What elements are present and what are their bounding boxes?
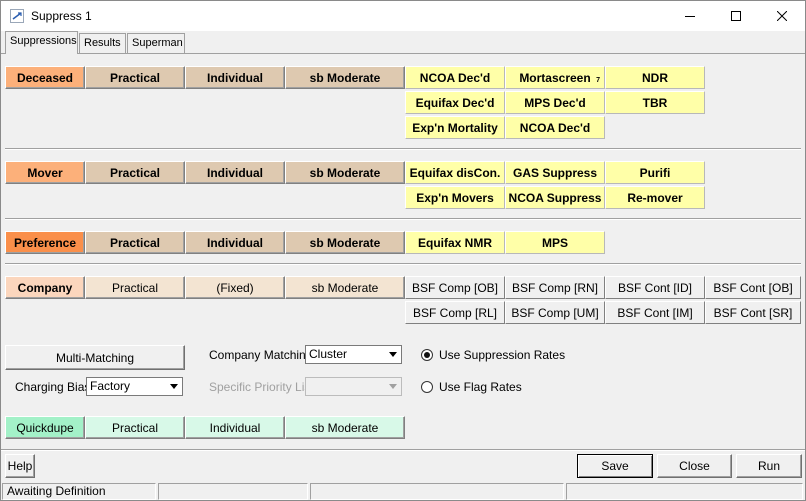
chevron-down-icon[interactable] (166, 379, 181, 394)
mover-practical-button[interactable]: Practical (85, 161, 185, 184)
quickdupe-button[interactable]: Quickdupe (5, 416, 85, 439)
source-mps[interactable]: MPS (505, 231, 605, 254)
company-matching-label: Company Matching: (209, 348, 316, 362)
chevron-down-icon[interactable] (385, 379, 400, 394)
source-bsf-comp-um[interactable]: BSF Comp [UM] (505, 301, 605, 324)
footer-separator (1, 449, 805, 451)
preference-individual-button[interactable]: Individual (185, 231, 285, 254)
preference-button[interactable]: Preference (5, 231, 85, 254)
quickdupe-individual-button[interactable]: Individual (185, 416, 285, 439)
title-bar[interactable]: Suppress 1 (1, 1, 805, 31)
tab-suppressions[interactable]: Suppressions (5, 31, 78, 54)
charging-bias-select[interactable]: Factory (86, 377, 183, 396)
minimize-icon (685, 16, 695, 17)
company-practical-button[interactable]: Practical (85, 276, 185, 299)
source-mps-decd[interactable]: MPS Dec'd (505, 91, 605, 114)
status-panel-4 (566, 483, 803, 500)
maximize-icon (731, 11, 741, 21)
minimize-button[interactable] (667, 1, 713, 31)
status-text: Awaiting Definition (2, 483, 156, 500)
maximize-button[interactable] (713, 1, 759, 31)
source-bsf-comp-rl[interactable]: BSF Comp [RL] (405, 301, 505, 324)
deceased-practical-button[interactable]: Practical (85, 66, 185, 89)
source-ncoa-decd-2[interactable]: NCOA Dec'd (505, 116, 605, 139)
close-icon (777, 11, 787, 21)
run-button[interactable]: Run (736, 454, 802, 478)
priority-list-select[interactable] (305, 377, 402, 396)
source-equifax-discon[interactable]: Equifax disCon. (405, 161, 505, 184)
deceased-button[interactable]: Deceased (5, 66, 85, 89)
source-re-mover[interactable]: Re-mover (605, 186, 705, 209)
source-expn-movers[interactable]: Exp'n Movers (405, 186, 505, 209)
chevron-down-icon[interactable] (385, 347, 400, 362)
mortascreen-marker: 7 (596, 77, 600, 84)
help-button[interactable]: Help (5, 454, 35, 478)
multi-matching-button[interactable]: Multi-Matching (5, 345, 185, 370)
source-ncoa-decd[interactable]: NCOA Dec'd (405, 66, 505, 89)
preference-practical-button[interactable]: Practical (85, 231, 185, 254)
company-moderate-button[interactable]: sb Moderate (285, 276, 405, 299)
source-expn-mortality[interactable]: Exp'n Mortality (405, 116, 505, 139)
preference-moderate-button[interactable]: sb Moderate (285, 231, 405, 254)
save-button[interactable]: Save (577, 454, 653, 478)
company-fixed-button[interactable]: (Fixed) (185, 276, 285, 299)
quickdupe-practical-button[interactable]: Practical (85, 416, 185, 439)
charging-bias-label: Charging Bias: (15, 380, 94, 394)
tab-strip-line (1, 53, 805, 54)
source-mortascreen[interactable]: Mortascreen 7 (505, 66, 605, 89)
source-ncoa-suppress[interactable]: NCOA Suppress (505, 186, 605, 209)
status-panel-2 (158, 483, 308, 500)
source-equifax-decd[interactable]: Equifax Dec'd (405, 91, 505, 114)
radio-dot (424, 352, 430, 358)
separator (5, 148, 801, 150)
source-equifax-nmr[interactable]: Equifax NMR (405, 231, 505, 254)
source-bsf-cont-id[interactable]: BSF Cont [ID] (605, 276, 705, 299)
tab-results[interactable]: Results (79, 33, 126, 53)
close-button[interactable]: Close (657, 454, 732, 478)
tab-superman[interactable]: Superman (127, 33, 185, 53)
app-icon (10, 9, 24, 23)
source-bsf-comp-ob[interactable]: BSF Comp [OB] (405, 276, 505, 299)
deceased-individual-button[interactable]: Individual (185, 66, 285, 89)
quickdupe-moderate-button[interactable]: sb Moderate (285, 416, 405, 439)
flag-rates-radio[interactable] (421, 381, 433, 393)
source-purifi[interactable]: Purifi (605, 161, 705, 184)
mover-individual-button[interactable]: Individual (185, 161, 285, 184)
suppression-rates-label[interactable]: Use Suppression Rates (439, 348, 565, 362)
source-bsf-cont-im[interactable]: BSF Cont [IM] (605, 301, 705, 324)
source-mortascreen-label: Mortascreen (519, 70, 591, 85)
separator (5, 218, 801, 220)
source-gas-suppress[interactable]: GAS Suppress (505, 161, 605, 184)
source-tbr[interactable]: TBR (605, 91, 705, 114)
company-matching-select[interactable]: Cluster (305, 345, 402, 364)
separator (5, 263, 801, 265)
window-title: Suppress 1 (31, 9, 92, 23)
suppression-rates-radio[interactable] (421, 349, 433, 361)
deceased-moderate-button[interactable]: sb Moderate (285, 66, 405, 89)
source-ndr[interactable]: NDR (605, 66, 705, 89)
company-matching-value: Cluster (309, 347, 348, 361)
source-bsf-cont-ob[interactable]: BSF Cont [OB] (705, 276, 801, 299)
charging-bias-value: Factory (90, 379, 131, 393)
status-panel-3 (310, 483, 564, 500)
source-bsf-comp-rn[interactable]: BSF Comp [RN] (505, 276, 605, 299)
company-button[interactable]: Company (5, 276, 85, 299)
priority-list-label: Specific Priority List: (209, 380, 318, 394)
flag-rates-label[interactable]: Use Flag Rates (439, 380, 522, 394)
mover-button[interactable]: Mover (5, 161, 85, 184)
mover-moderate-button[interactable]: sb Moderate (285, 161, 405, 184)
close-window-button[interactable] (759, 1, 805, 31)
source-bsf-cont-sr[interactable]: BSF Cont [SR] (705, 301, 801, 324)
